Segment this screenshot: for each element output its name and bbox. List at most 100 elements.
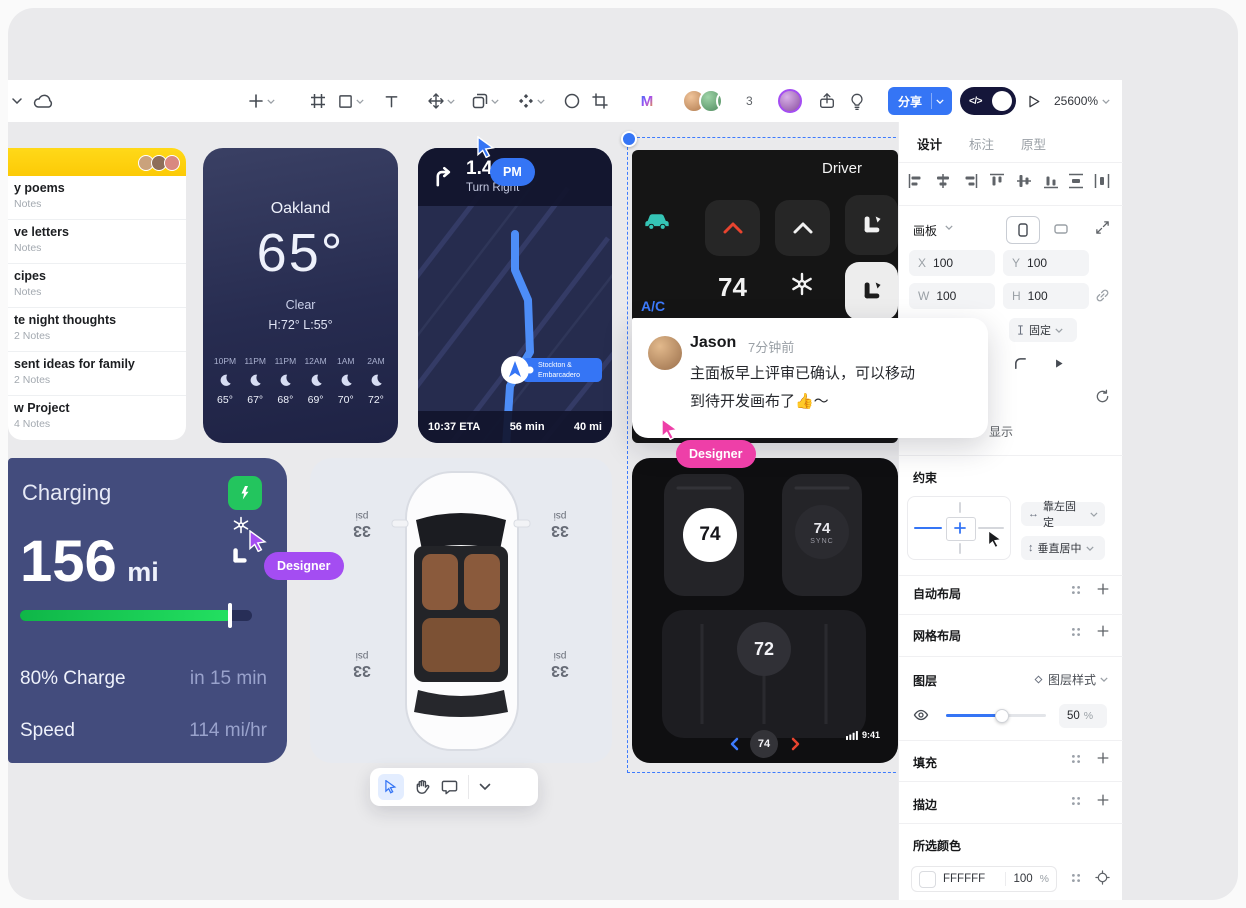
align-center-h-icon[interactable] (934, 172, 952, 190)
seat-heat-tile[interactable] (845, 262, 898, 320)
grid-layout-add-icon[interactable] (1096, 624, 1110, 638)
x-position-input[interactable]: X 100 (909, 250, 995, 276)
export-icon[interactable] (818, 80, 836, 122)
tab-annotate[interactable]: 标注 (969, 134, 994, 153)
ai-logo[interactable]: M (636, 80, 658, 122)
list-item[interactable]: cipes Notes (8, 264, 186, 308)
zoom-control[interactable]: 25600% (1054, 80, 1110, 122)
next-chevron-icon[interactable] (788, 736, 802, 752)
list-item[interactable]: te night thoughts 2 Notes (8, 308, 186, 352)
tab-prototype[interactable]: 原型 (1021, 134, 1046, 153)
toggle-knob[interactable] (992, 91, 1012, 111)
seat-temp-bottom[interactable]: 74 (750, 730, 778, 758)
constrain-proportions-link-icon[interactable] (1095, 288, 1110, 303)
auto-layout-grid-icon[interactable] (1069, 583, 1083, 597)
fill-add-icon[interactable] (1096, 751, 1110, 765)
selection-handle[interactable] (621, 131, 637, 147)
constraint-top-tick[interactable] (959, 502, 961, 513)
comment-card[interactable]: Jason 7分钟前 主面板早上评审已确认，可以移动 到待开发画布了👍～ (632, 318, 988, 438)
seat-temp-front-right-sync[interactable]: 74 SYNC (795, 505, 849, 559)
slice-tool[interactable] (592, 80, 608, 122)
fan-up-button[interactable] (775, 200, 830, 256)
stroke-grid-icon[interactable] (1069, 794, 1083, 808)
show-label[interactable]: 显示 (989, 423, 1013, 440)
text-tool[interactable] (384, 80, 399, 122)
prev-chevron-icon[interactable] (728, 736, 742, 752)
visibility-eye-icon[interactable] (913, 707, 929, 723)
color-grid-icon[interactable] (1069, 871, 1083, 885)
align-right-icon[interactable] (961, 172, 979, 190)
dev-mode-toggle[interactable]: </> (960, 87, 1016, 115)
corner-radius-icon[interactable] (1006, 351, 1034, 375)
current-user-avatar[interactable] (778, 80, 802, 122)
distribute-v-icon[interactable] (1067, 172, 1085, 190)
eyedropper-target-icon[interactable] (1095, 870, 1110, 885)
frame-seat-card[interactable]: 74 74 SYNC 72 74 9:41 (632, 458, 898, 763)
hand-tool-button[interactable] (414, 779, 431, 796)
frame-tool[interactable] (310, 80, 326, 122)
seat-temp-rear[interactable]: 72 (737, 622, 791, 676)
auto-layout-add-icon[interactable] (1096, 582, 1110, 596)
share-chevron-icon[interactable] (936, 99, 944, 104)
grid-layout-grid-icon[interactable] (1069, 625, 1083, 639)
comment-tool-button[interactable] (441, 779, 458, 796)
tab-design[interactable]: 设计 (917, 134, 942, 153)
list-item[interactable]: w Project 4 Notes (8, 396, 186, 440)
color-swatch[interactable] (919, 871, 936, 888)
constraints-widget[interactable] (907, 496, 1011, 560)
corner-options-icon[interactable] (1044, 351, 1072, 375)
charge-progress-handle[interactable] (228, 603, 232, 628)
align-middle-v-icon[interactable] (1015, 172, 1033, 190)
list-item[interactable]: sent ideas for family 2 Notes (8, 352, 186, 396)
temp-up-button[interactable] (705, 200, 760, 256)
frame-charging-card[interactable]: Charging 156 mi 80% Charge in 15 min Spe… (8, 458, 287, 763)
constraint-bottom-tick[interactable] (959, 543, 961, 554)
frame-notes-app[interactable]: y poems Notes ve letters Notes cipes Not… (8, 148, 186, 440)
fill-grid-icon[interactable] (1069, 752, 1083, 766)
width-input[interactable]: W 100 (909, 283, 995, 309)
select-tool-button[interactable] (378, 774, 404, 800)
toolbar-collapse-chevron[interactable] (479, 783, 491, 791)
orientation-portrait-button[interactable] (1006, 216, 1040, 244)
align-left-icon[interactable] (907, 172, 925, 190)
align-bottom-icon[interactable] (1042, 172, 1060, 190)
layers-tool[interactable] (472, 80, 499, 122)
vertical-constraint-dropdown[interactable]: ↕ 垂直居中 (1021, 536, 1105, 560)
stroke-add-icon[interactable] (1096, 793, 1110, 807)
insert-plus-tool[interactable] (248, 80, 275, 122)
align-top-icon[interactable] (988, 172, 1006, 190)
seat-vent-tile[interactable] (845, 195, 898, 255)
constraint-right-tick[interactable] (978, 527, 1004, 529)
shape-tool[interactable] (338, 80, 364, 122)
opacity-value-input[interactable]: 50 % (1059, 704, 1107, 728)
menu-chevron-icon[interactable] (12, 80, 22, 122)
avatar[interactable] (716, 89, 740, 113)
component-tool[interactable] (518, 80, 545, 122)
expand-icon[interactable] (1095, 220, 1110, 235)
orientation-landscape-button[interactable] (1045, 216, 1077, 242)
cloud-sync-icon[interactable] (32, 80, 54, 122)
constraint-left-tick[interactable] (914, 527, 942, 529)
move-tool[interactable] (428, 80, 455, 122)
horizontal-constraint-dropdown[interactable]: ↔ 靠左固定 (1021, 502, 1105, 526)
idea-bulb-icon[interactable] (848, 80, 866, 122)
mask-tool[interactable] (564, 80, 580, 122)
distribute-h-icon[interactable] (1093, 172, 1111, 190)
opacity-slider-handle[interactable] (995, 709, 1009, 723)
artboard-chevron-icon[interactable] (945, 225, 953, 230)
list-item[interactable]: y poems Notes (8, 176, 186, 220)
selected-color-row[interactable]: FFFFFF 100 % (911, 866, 1057, 892)
layer-style-dropdown[interactable]: 图层样式 (1033, 671, 1108, 688)
frame-car-top-view[interactable]: 33psi 33psi 33psi 33psi (310, 458, 612, 763)
y-position-input[interactable]: Y 100 (1003, 250, 1089, 276)
reset-size-icon[interactable] (1095, 389, 1110, 404)
frame-weather-widget[interactable]: Oakland 65° Clear H:72° L:55° 10PM65° 11… (203, 148, 398, 443)
frame-navigation-map[interactable]: Stockton & Embarcadero 1.4 Turn Right 10… (418, 148, 612, 443)
position-fixed-dropdown[interactable]: 固定 (1009, 318, 1077, 342)
seat-temp-front-left[interactable]: 74 (683, 508, 737, 562)
share-button[interactable]: 分享 (888, 87, 952, 115)
collaborator-avatars[interactable]: 3 (682, 80, 753, 122)
present-play-button[interactable] (1026, 80, 1042, 122)
height-input[interactable]: H 100 (1003, 283, 1089, 309)
list-item[interactable]: ve letters Notes (8, 220, 186, 264)
